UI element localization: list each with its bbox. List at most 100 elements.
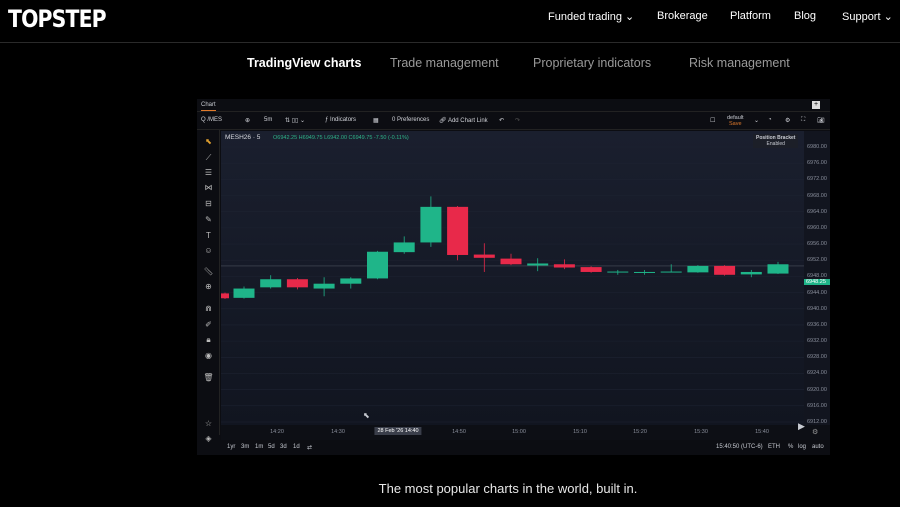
- crosshair-time-label: 28 Feb '26 14:40: [374, 427, 422, 435]
- time-tick-label: 15:10: [573, 429, 587, 435]
- cursor-icon[interactable]: ⬉: [203, 136, 214, 147]
- log-toggle[interactable]: log: [798, 444, 806, 450]
- range-1d[interactable]: 1d: [293, 444, 300, 450]
- legend-symbol[interactable]: MESH26 · 5: [225, 134, 260, 141]
- ruler-icon[interactable]: 📏︎: [203, 266, 214, 277]
- candle-down: [221, 293, 229, 299]
- price-axis[interactable]: 6980.00 6976.00 6972.00 6968.00 6964.00 6960.…: [804, 131, 830, 425]
- legend-ohlc: O6942.25 H6949.75 L6942.00 C6949.75 -7.5…: [273, 135, 409, 141]
- candle-down: [580, 267, 602, 272]
- brush-icon[interactable]: ✎: [203, 214, 214, 225]
- star-icon[interactable]: ☆: [203, 418, 214, 429]
- session-toggle[interactable]: ETH: [768, 444, 780, 450]
- tab-risk-management[interactable]: Risk management: [689, 56, 790, 70]
- axis-settings-icon[interactable]: ⚙: [812, 428, 818, 436]
- last-price-label: 6948.25: [804, 279, 830, 286]
- add-chart-link-label: Add Chart Link: [447, 118, 488, 124]
- symbol-search[interactable]: Q /MES: [201, 117, 222, 123]
- price-tick-label: 6956.00: [807, 241, 827, 248]
- zoom-in-icon[interactable]: ⊕: [203, 281, 214, 292]
- redo-icon[interactable]: ↷: [515, 117, 520, 124]
- lock-icon[interactable]: 🔒︎: [203, 334, 214, 345]
- candle-up: [527, 263, 549, 266]
- candle-down: [553, 264, 575, 268]
- trash-icon[interactable]: 🗑︎: [203, 372, 214, 383]
- indicators-label: Indicators: [330, 117, 357, 123]
- chart-tab[interactable]: Chart: [201, 102, 216, 111]
- scroll-to-realtime-icon[interactable]: ▶: [798, 421, 805, 432]
- bottom-toolbar: 1yr 3m 1m 5d 3d 1d ⇄ 15:40:50 (UTC-6) ETH% log aut…: [197, 440, 830, 455]
- stay-drawing-icon[interactable]: ✐: [203, 319, 214, 330]
- candle-up: [634, 271, 655, 273]
- layout-square-icon[interactable]: ☐: [710, 117, 715, 124]
- compare-icon[interactable]: ⊕: [245, 117, 250, 124]
- nav-funded-trading[interactable]: Funded trading ⌄: [548, 10, 634, 23]
- tab-tradingview-charts[interactable]: TradingView charts: [247, 56, 361, 70]
- price-tick-label: 6952.00: [807, 257, 827, 264]
- forecast-icon[interactable]: ⊟: [203, 198, 214, 209]
- range-3m[interactable]: 3m: [241, 444, 249, 450]
- price-tick-label: 6928.00: [807, 354, 827, 361]
- camera-icon[interactable]: 📷︎: [817, 117, 825, 124]
- range-3d[interactable]: 3d: [280, 444, 287, 450]
- templates-icon[interactable]: ▦: [373, 117, 379, 124]
- chevron-down-icon[interactable]: ⌄: [754, 117, 759, 124]
- price-tick-label: 6968.00: [807, 192, 827, 199]
- chart-plot-area[interactable]: MESH26 · 5 O6942.25 H6949.75 L6942.00 C6…: [221, 131, 804, 425]
- pattern-icon[interactable]: ⋈: [203, 182, 214, 193]
- price-tick-label: 6916.00: [807, 402, 827, 409]
- candle-up: [367, 251, 388, 279]
- undo-icon[interactable]: ↶: [499, 117, 504, 124]
- price-tick-label: 6936.00: [807, 321, 827, 328]
- indicators-button[interactable]: ƒ Indicators: [325, 117, 356, 123]
- preferences-button[interactable]: 0 Preferences: [392, 117, 429, 123]
- settings-gear-icon[interactable]: ⚙: [785, 117, 790, 124]
- drawing-toolbar: ⬉ ⟋ ☰ ⋈ ⊟ ✎ T ☺ 📏︎ ⊕ ⋒ ✐ 🔒︎ ◉ 🗑︎ ☆ ◈: [197, 130, 220, 443]
- candles-layer: [221, 146, 804, 423]
- time-tick-label: 14:50: [452, 429, 466, 435]
- auto-toggle[interactable]: auto: [812, 444, 824, 450]
- layout-save[interactable]: Save: [729, 121, 742, 127]
- quick-search-icon[interactable]: ◔: [768, 117, 772, 123]
- price-tick-label: 6960.00: [807, 224, 827, 231]
- range-5d[interactable]: 5d: [268, 444, 275, 450]
- time-tick-label: 15:20: [633, 429, 647, 435]
- nav-brokerage[interactable]: Brokerage: [657, 10, 708, 22]
- eye-icon[interactable]: ◉: [203, 350, 214, 361]
- fullscreen-icon[interactable]: ⛶: [801, 117, 805, 124]
- candle-up: [340, 278, 362, 284]
- topstep-logo[interactable]: TOPSTEP: [8, 5, 107, 33]
- goto-date-icon[interactable]: ⇄: [307, 444, 312, 451]
- fx-icon: ƒ: [325, 117, 329, 123]
- caption: The most popular charts in the world, bu…: [378, 481, 638, 496]
- time-axis[interactable]: 14:20 14:30 28 Feb '26 14:40 14:50 15:00 15:1…: [221, 425, 830, 440]
- candle-down: [286, 279, 308, 288]
- nav-support[interactable]: Support ⌄: [842, 10, 893, 23]
- interval-select[interactable]: 5m: [264, 117, 272, 123]
- bar-type-icon[interactable]: ⇅ ▯▯ ⌄: [285, 117, 305, 124]
- link-icon: 🔗︎: [439, 118, 447, 124]
- time-tick-label: 14:20: [270, 429, 284, 435]
- position-bracket-badge[interactable]: Position Bracket Enabled: [753, 134, 799, 148]
- magnet-icon[interactable]: ⋒: [203, 303, 214, 314]
- tab-proprietary-indicators[interactable]: Proprietary indicators: [533, 56, 651, 70]
- range-1m[interactable]: 1m: [255, 444, 263, 450]
- trend-line-icon[interactable]: ⟋: [203, 152, 214, 163]
- tab-trade-management[interactable]: Trade management: [390, 56, 499, 70]
- nav-blog[interactable]: Blog: [794, 10, 816, 22]
- badge-status: Enabled: [766, 141, 785, 147]
- percent-toggle[interactable]: %: [788, 444, 793, 450]
- candle-up: [767, 264, 789, 274]
- candle-down: [473, 254, 495, 258]
- range-1yr[interactable]: 1yr: [227, 444, 235, 450]
- timezone-clock[interactable]: 15:40:50 (UTC-6): [716, 444, 763, 450]
- text-icon[interactable]: T: [203, 230, 214, 241]
- fib-icon[interactable]: ☰: [203, 167, 214, 178]
- price-tick-label: 6940.00: [807, 305, 827, 312]
- add-tab-icon[interactable]: +: [812, 101, 820, 109]
- layout-select[interactable]: default Save: [727, 115, 744, 127]
- add-chart-link-button[interactable]: 🔗︎ Add Chart Link: [439, 117, 488, 124]
- nav-platform[interactable]: Platform: [730, 10, 771, 22]
- emoji-icon[interactable]: ☺: [203, 245, 214, 256]
- candle-up: [607, 271, 629, 273]
